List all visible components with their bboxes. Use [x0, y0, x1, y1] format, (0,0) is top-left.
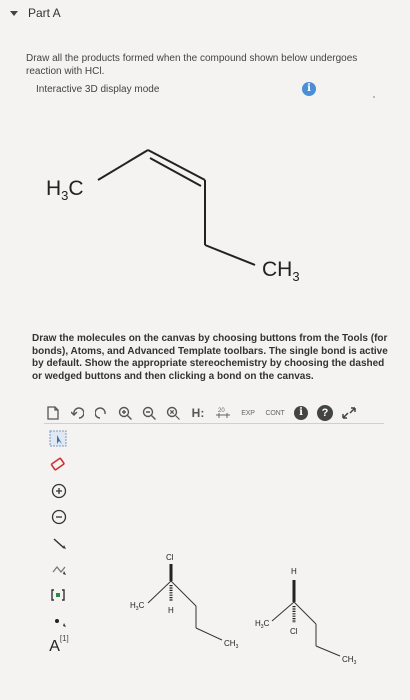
- undo-icon[interactable]: [68, 404, 86, 422]
- bracket-icon[interactable]: [44, 584, 74, 606]
- drawing-canvas[interactable]: Cl H3C H CH3 H H3C Cl CH3: [78, 428, 398, 678]
- zoom-out-icon[interactable]: [140, 404, 158, 422]
- product-2[interactable]: H H3C Cl CH3: [255, 567, 357, 666]
- product1-h-label: H: [168, 606, 174, 615]
- zoom-in-icon[interactable]: [116, 404, 134, 422]
- product2-bond-right: [293, 601, 317, 625]
- product1-cl-label: Cl: [166, 553, 174, 562]
- product1-h3c-label: H3C: [130, 601, 145, 612]
- product1-bond-right: [170, 580, 197, 607]
- redo-icon[interactable]: [92, 404, 110, 422]
- display-mode-label[interactable]: Interactive 3D display mode: [36, 84, 159, 95]
- molecule-ch3-label: CH3: [262, 258, 300, 284]
- bond-1: [97, 149, 149, 181]
- product2-h-label: H: [291, 567, 297, 576]
- drawing-instructions: Draw the molecules on the canvas by choo…: [32, 333, 388, 382]
- info-icon[interactable]: i: [302, 82, 316, 96]
- double-bond-outer: [147, 149, 206, 181]
- bond-4: [204, 244, 256, 266]
- molecule-h3c-label: H3C: [46, 177, 84, 203]
- toolbar-divider: [44, 423, 384, 424]
- cont-icon[interactable]: CONT: [264, 404, 286, 422]
- help-icon-glyph: ?: [317, 405, 333, 421]
- atom-label-bracket: [1]: [59, 633, 69, 643]
- decorative-dot: [373, 96, 375, 98]
- template-icon[interactable]: 20: [214, 404, 232, 422]
- product1-ch3-label: CH3: [224, 639, 239, 650]
- part-title[interactable]: Part A: [28, 6, 61, 20]
- chain-icon[interactable]: [44, 558, 74, 580]
- cont-label: CONT: [265, 409, 285, 417]
- atom-label-letter: A: [49, 638, 60, 655]
- product1-bond-left: [147, 580, 172, 604]
- atom-label-icon[interactable]: A [1]: [44, 632, 74, 662]
- left-toolbar: A [1]: [44, 428, 74, 668]
- help-icon[interactable]: ?: [316, 404, 334, 422]
- product2-cl-label: Cl: [290, 627, 298, 636]
- eraser-icon[interactable]: [44, 454, 74, 476]
- reset-zoom-icon[interactable]: [164, 404, 182, 422]
- info-icon[interactable]: i: [292, 404, 310, 422]
- product1-bond-end: [195, 627, 223, 641]
- top-toolbar: H: 20 EXP CONT i ?: [44, 402, 358, 424]
- exp-icon[interactable]: EXP: [238, 404, 258, 422]
- info-icon-glyph: i: [294, 406, 308, 420]
- double-bond-inner: [149, 157, 202, 187]
- fullscreen-icon[interactable]: [340, 404, 358, 422]
- product2-ch3-label: CH3: [342, 655, 357, 666]
- product2-h3c-label: H3C: [255, 619, 270, 630]
- single-bond-icon[interactable]: [44, 532, 74, 554]
- radical-icon[interactable]: [44, 610, 74, 632]
- positive-charge-icon[interactable]: [44, 480, 74, 502]
- select-icon[interactable]: [44, 428, 74, 450]
- negative-charge-icon[interactable]: [44, 506, 74, 528]
- exp-label: EXP: [241, 409, 255, 417]
- product2-bond-left: [271, 601, 295, 622]
- collapse-arrow-icon[interactable]: [10, 11, 18, 16]
- molecule-display[interactable]: H3C CH3: [0, 100, 410, 300]
- product2-bond-end: [315, 645, 341, 657]
- product-1[interactable]: Cl H3C H CH3: [130, 553, 239, 650]
- question-text: Draw all the products formed when the co…: [26, 53, 358, 77]
- document-icon[interactable]: [44, 404, 62, 422]
- hydrogen-icon[interactable]: H:: [188, 404, 208, 422]
